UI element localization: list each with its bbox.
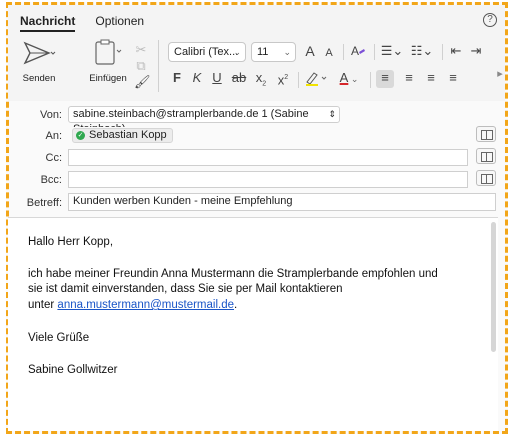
cc-input[interactable] (68, 149, 468, 166)
closing: Viele Grüße (28, 332, 90, 344)
to-field[interactable]: ✓ Sebastian Kopp (68, 127, 468, 144)
justify-button[interactable]: ≡ (444, 70, 462, 86)
ribbon-divider (370, 72, 371, 88)
scrollbar[interactable] (491, 222, 496, 352)
body-line-3-suffix: . (234, 299, 238, 311)
ribbon-divider (298, 72, 299, 88)
shrink-font-button[interactable]: A (322, 45, 336, 61)
ribbon-tabs: Nachricht Optionen (20, 14, 144, 32)
stepper-icon: ⇕ (328, 109, 336, 119)
bcc-input[interactable] (68, 171, 468, 188)
signature: Sabine Gollwitzer (28, 364, 118, 376)
font-name-value: Calibri (Tex... (174, 46, 239, 58)
ribbon-divider (158, 40, 159, 92)
cut-icon[interactable]: ✂ (134, 42, 148, 58)
font-color-label: A (339, 70, 349, 85)
help-icon[interactable]: ? (483, 13, 497, 27)
clipboard-icon (95, 39, 122, 65)
align-center-button[interactable]: ≡ (400, 70, 418, 86)
address-book-icon[interactable] (476, 126, 496, 142)
send-label: Senden (22, 73, 56, 84)
address-book-icon[interactable] (476, 148, 496, 164)
eraser-icon: A (351, 44, 365, 58)
from-select[interactable]: sabine.steinbach@stramplerbande.de 1 (Sa… (68, 106, 340, 135)
email-link[interactable]: anna.mustermann@mustermail.de (57, 299, 234, 311)
font-size-select[interactable]: 11 ⌄ (251, 42, 296, 62)
send-button[interactable]: Senden (16, 40, 62, 84)
align-left-button[interactable]: ≡ (376, 70, 394, 88)
cc-label: Cc: (45, 152, 63, 164)
svg-text:A: A (351, 44, 359, 58)
recipient-name: Sebastian Kopp (89, 129, 167, 141)
body-line-3-prefix: unter (28, 299, 58, 311)
align-right-button[interactable]: ≡ (422, 70, 440, 86)
numbering-button[interactable]: ☷⌄ (410, 43, 434, 59)
body-line-3: unter anna.mustermann@mustermail.de. (28, 298, 237, 312)
font-name-select[interactable]: Calibri (Tex... ⌄ (168, 42, 246, 62)
check-icon: ✓ (76, 131, 85, 140)
decrease-indent-icon[interactable]: ⇤ (448, 43, 464, 59)
subject-label: Betreff: (26, 197, 62, 209)
chevron-down-icon: ⌄ (283, 47, 291, 57)
paper-plane-icon (23, 41, 56, 65)
address-book-icon[interactable] (476, 170, 496, 186)
tab-nachricht[interactable]: Nachricht (20, 14, 76, 32)
recipient-chip[interactable]: ✓ Sebastian Kopp (72, 128, 173, 143)
subject-input[interactable]: Kunden werben Kunden - meine Empfehlung (68, 193, 496, 211)
highlighter-icon (306, 72, 327, 86)
chevron-down-icon: ⌄ (233, 47, 241, 57)
font-size-value: 11 (257, 46, 269, 58)
font-color-button[interactable]: A ⌄ (334, 70, 364, 87)
format-painter-icon[interactable]: 🖌 (134, 74, 151, 90)
ribbon-divider (442, 44, 443, 60)
strikethrough-button[interactable]: ab (230, 70, 248, 86)
to-label: An: (45, 130, 62, 142)
bullets-button[interactable]: ☰⌄ (380, 43, 404, 59)
superscript-button[interactable]: x2 (276, 70, 290, 88)
body-line-2: sie ist damit einverstanden, dass Sie si… (28, 283, 343, 295)
greeting: Hallo Herr Kopp, (28, 236, 114, 248)
bcc-label: Bcc: (40, 174, 62, 186)
body-line-1: ich habe meiner Freundin Anna Mustermann… (28, 268, 438, 280)
copy-icon[interactable]: ⧉ (134, 58, 148, 74)
ribbon-more-arrow-icon[interactable]: ▸ (496, 66, 504, 82)
subscript-button[interactable]: x2 (254, 70, 268, 93)
grow-font-button[interactable]: A (302, 43, 318, 59)
clear-formatting-icon[interactable]: A (350, 43, 366, 63)
underline-button[interactable]: U (210, 70, 224, 86)
highlight-color-button[interactable] (304, 70, 330, 90)
subject-value: Kunden werben Kunden - meine Empfehlung (73, 195, 293, 207)
paste-label: Einfügen (89, 73, 127, 84)
italic-button[interactable]: K (190, 70, 204, 86)
ribbon-divider (343, 44, 344, 60)
ribbon-divider (374, 44, 375, 60)
bold-button[interactable]: F (170, 70, 184, 86)
paste-button[interactable]: Einfügen (82, 38, 134, 84)
from-label: Von: (39, 109, 62, 121)
tab-optionen[interactable]: Optionen (95, 14, 144, 32)
increase-indent-icon[interactable]: ⇥ (468, 43, 484, 59)
message-body[interactable]: Hallo Herr Kopp, ich habe meiner Freundi… (8, 217, 498, 431)
